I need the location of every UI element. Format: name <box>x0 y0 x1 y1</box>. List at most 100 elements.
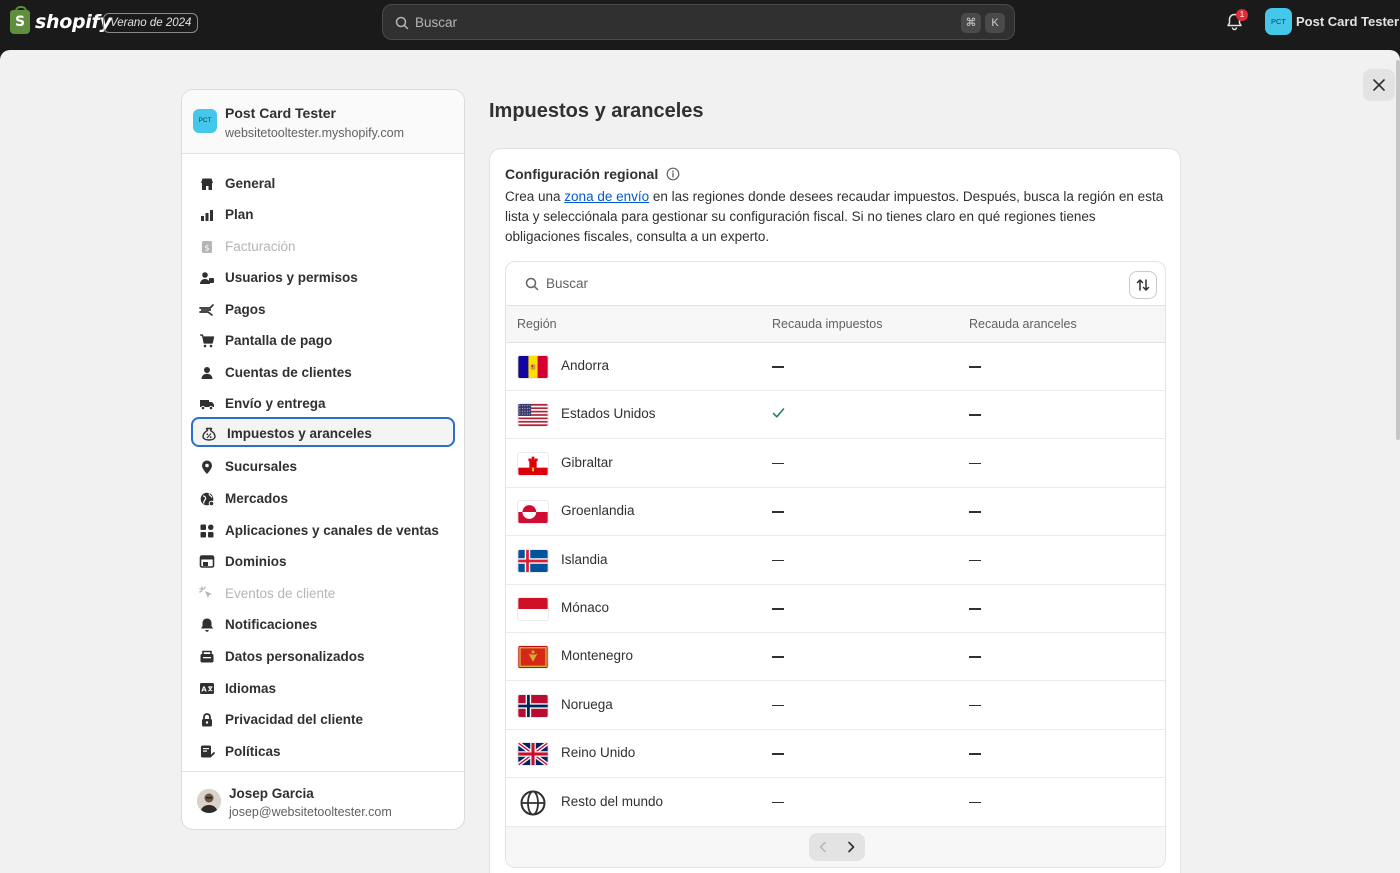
andorra-flag-icon <box>517 355 549 379</box>
table-row[interactable]: Estados Unidos <box>506 391 1165 440</box>
location-icon <box>202 460 212 474</box>
shopify-logo[interactable]: S shopify <box>10 6 112 34</box>
global-search-input[interactable]: Buscar ⌘ K <box>382 4 1015 40</box>
sidebar-item-mercados[interactable]: Mercados <box>191 484 455 514</box>
sidebar-item-facturacion[interactable]: $ Facturación <box>191 232 455 262</box>
sidebar-item-envio-y-entrega[interactable]: Envío y entrega <box>191 389 455 419</box>
sidebar-item-label: Datos personalizados <box>225 649 365 664</box>
sidebar-item-label: General <box>225 176 276 191</box>
pagination <box>506 827 1165 867</box>
sidebar-item-label: Plan <box>225 207 254 222</box>
column-region[interactable]: Región <box>517 317 557 331</box>
duties-dash <box>969 704 981 707</box>
norway-flag-icon <box>517 693 549 718</box>
region-name: Islandia <box>561 551 608 567</box>
shortcut-k-key: K <box>985 13 1005 33</box>
lock-icon <box>202 713 212 727</box>
sidebar-item-label: Usuarios y permisos <box>225 270 358 285</box>
table-row[interactable]: Mónaco <box>506 585 1165 633</box>
apps-icon <box>200 524 214 538</box>
sidebar-item-datos-personalizados[interactable]: Datos personalizados <box>191 642 455 672</box>
store-name: Post Card Tester <box>225 105 336 121</box>
sidebar-item-label: Envío y entrega <box>225 396 326 411</box>
sidebar-item-plan[interactable]: Plan <box>191 200 455 230</box>
bell-icon <box>201 618 213 632</box>
sidebar-item-politicas[interactable]: Políticas <box>191 737 455 767</box>
notification-count-badge: 1 <box>1236 9 1248 21</box>
sidebar-item-dominios[interactable]: Dominios <box>191 547 455 577</box>
store-header[interactable]: PCT Post Card Tester websitetooltester.m… <box>182 90 464 154</box>
sidebar-item-idiomas[interactable]: A Idiomas <box>191 674 455 704</box>
user-footer[interactable]: Josep Garcia josep@websitetooltester.com <box>182 771 464 829</box>
sidebar-item-aplicaciones-y-canales-de-ventas[interactable]: Aplicaciones y canales de ventas <box>191 516 455 546</box>
edition-badge[interactable]: Verano de 2024 <box>103 13 199 33</box>
domains-icon <box>199 555 215 568</box>
sidebar-item-sucursales[interactable]: Sucursales <box>191 452 455 482</box>
table-row[interactable]: Gibraltar <box>506 440 1165 488</box>
sidebar-item-cuentas-de-clientes[interactable]: Cuentas de clientes <box>191 358 455 388</box>
table-row[interactable]: Reino Unido <box>506 730 1165 779</box>
sidebar-item-notificaciones[interactable]: Notificaciones <box>191 610 455 640</box>
page-scrollbar[interactable] <box>1396 60 1400 440</box>
person-icon <box>201 367 213 379</box>
language-icon: A <box>200 683 214 694</box>
next-page-button[interactable] <box>837 833 865 861</box>
sidebar-item-pantalla-de-pago[interactable]: Pantalla de pago <box>191 326 455 356</box>
region-name: Reino Unido <box>561 745 636 761</box>
settings-sidebar: PCT Post Card Tester websitetooltester.m… <box>181 89 465 830</box>
sidebar-item-privacidad-del-cliente[interactable]: Privacidad del cliente <box>191 705 455 735</box>
sidebar-item-label: Cuentas de clientes <box>225 365 352 380</box>
sidebar-item-label: Impuestos y aranceles <box>227 426 372 441</box>
duties-dash <box>969 559 981 562</box>
sidebar-item-label: Idiomas <box>225 681 277 696</box>
duties-dash <box>969 656 981 658</box>
search-icon <box>525 277 539 291</box>
globe-flag-icon <box>520 790 546 816</box>
search-icon <box>395 16 409 30</box>
info-icon[interactable] <box>666 167 680 181</box>
chevron-right-icon <box>848 841 855 853</box>
previous-page-button[interactable] <box>809 833 837 861</box>
sidebar-item-impuestos-y-aranceles[interactable]: Impuestos y aranceles <box>191 417 455 447</box>
close-settings-button[interactable] <box>1363 69 1395 101</box>
page-title: Impuestos y aranceles <box>489 100 704 122</box>
chevron-left-icon <box>819 841 826 853</box>
store-domain: websitetooltester.myshopify.com <box>225 126 405 140</box>
taxes-dash <box>772 511 784 513</box>
user-name: Josep Garcia <box>229 786 314 801</box>
region-search-input[interactable]: Buscar <box>506 262 1165 306</box>
svg-text:A: A <box>201 686 207 694</box>
table-row[interactable]: Islandia <box>506 537 1165 585</box>
sidebar-item-label: Aplicaciones y canales de ventas <box>225 523 439 538</box>
sidebar-item-eventos-de-cliente[interactable]: Eventos de cliente <box>191 579 455 609</box>
sort-icon <box>1136 279 1150 291</box>
gibraltar-flag-icon <box>517 451 549 476</box>
sort-button[interactable] <box>1129 271 1157 299</box>
table-row[interactable]: Andorra <box>506 343 1165 391</box>
table-row[interactable]: Resto del mundo <box>506 779 1165 827</box>
shipping-zone-link[interactable]: zona de envío <box>564 189 649 204</box>
search-placeholder: Buscar <box>546 276 589 291</box>
sidebar-item-label: Eventos de cliente <box>225 586 336 601</box>
column-collects-duties[interactable]: Recauda aranceles <box>969 317 1077 331</box>
sidebar-item-pagos[interactable]: Pagos <box>191 295 455 325</box>
card-title: Configuración regional <box>505 166 659 182</box>
region-name: Resto del mundo <box>561 793 664 809</box>
taxes-dash <box>772 559 784 562</box>
sidebar-item-general[interactable]: General <box>191 169 455 199</box>
card-description: Crea una zona de envío en las regiones d… <box>505 189 1164 244</box>
taxes-dash <box>772 366 784 368</box>
store-avatar[interactable]: PCT <box>1265 8 1292 35</box>
sidebar-item-usuarios-y-permisos[interactable]: Usuarios y permisos <box>191 263 455 293</box>
table-row[interactable]: Noruega <box>506 682 1165 730</box>
table-row[interactable]: Montenegro <box>506 633 1165 682</box>
sidebar-item-label: Pagos <box>225 302 266 317</box>
truck-icon <box>200 400 214 411</box>
region-name: Gibraltar <box>561 454 613 470</box>
table-row[interactable]: Groenlandia <box>506 488 1165 537</box>
store-menu-name[interactable]: Post Card Tester <box>1296 14 1399 29</box>
store-avatar: PCT <box>193 109 217 133</box>
billing-icon: $ <box>202 241 212 253</box>
column-collects-taxes[interactable]: Recauda impuestos <box>772 317 882 331</box>
duties-dash <box>969 462 981 465</box>
